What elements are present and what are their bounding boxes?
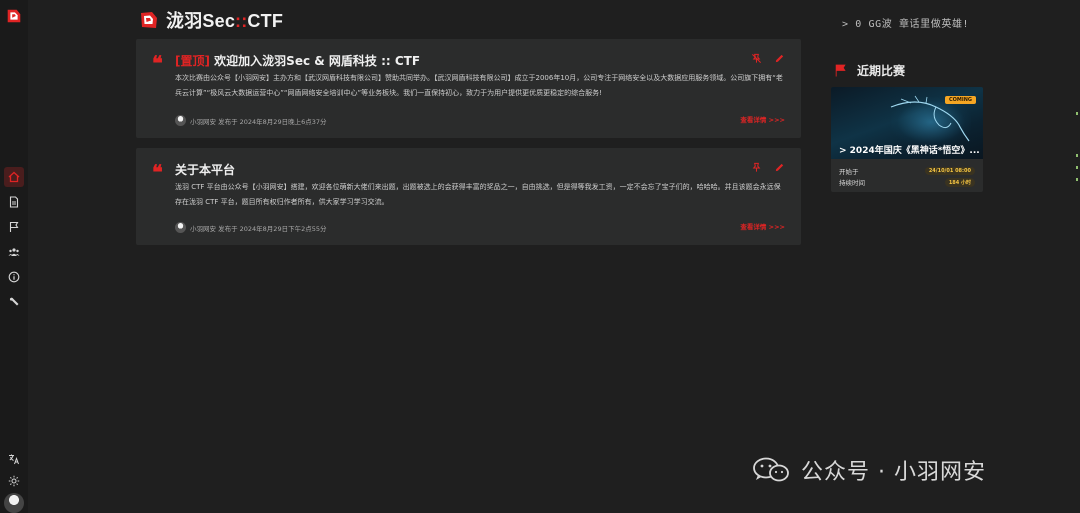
unpin-icon[interactable] [751, 53, 762, 64]
sidebar-item-users[interactable] [4, 242, 24, 262]
duration-pill: 184 小时 [944, 177, 975, 187]
competition-banner: COMING > 2024年国庆《黑神话*悟空》... [831, 87, 983, 159]
brand-logo-icon[interactable] [5, 7, 23, 25]
home-icon [8, 171, 20, 183]
pin-icon[interactable] [751, 162, 762, 173]
document-icon [9, 196, 19, 208]
start-time-pill: 24/10/01 08:00 [924, 167, 975, 175]
announcement-card: ❝ [置顶] 欢迎加入泷羽Sec & 网盾科技 :: CTF 本次比赛由公众号【… [136, 39, 801, 138]
sidebar-item-settings[interactable] [4, 292, 24, 312]
announcement-body: 泷羽 CTF 平台由公众号【小羽网安】搭建，欢迎各位萌新大佬们来出题，出题被选上… [175, 183, 781, 206]
pinned-tag: [置顶] [175, 54, 210, 68]
language-switch[interactable] [4, 449, 24, 469]
sidebar [0, 0, 28, 513]
sun-icon [8, 475, 20, 487]
edit-icon[interactable] [774, 162, 785, 173]
theme-toggle[interactable] [4, 471, 24, 491]
recent-competitions-header: 近期比赛 [834, 62, 905, 79]
competition-name[interactable]: > 2024年国庆《黑神话*悟空》... [839, 143, 980, 156]
wrench-icon [9, 297, 19, 306]
edit-icon[interactable] [774, 53, 785, 64]
announcement-meta: 小羽网安 发布于 2024年8月29日下午2点55分 [175, 222, 327, 233]
announcement-card: ❝ 关于本平台 泷羽 CTF 平台由公众号【小羽网安】搭建，欢迎各位萌新大佬们来… [136, 148, 801, 245]
top-slogan: > 0 GG波 章话里做英雄! [842, 19, 970, 30]
sidebar-item-documents[interactable] [4, 192, 24, 212]
announcement-title[interactable]: 关于本平台 [175, 161, 235, 178]
brand-logo-icon [141, 12, 157, 28]
quote-icon: ❝ [152, 160, 163, 184]
sidebar-item-challenges[interactable] [4, 217, 24, 237]
wechat-watermark: 公众号 · 小羽网安 [751, 454, 986, 486]
competition-start: 开始于 24/10/01 08:00 [839, 166, 975, 176]
post-actions [751, 162, 785, 173]
site-title: 泷羽Sec::CTF [166, 11, 284, 31]
read-more-link[interactable]: 查看详情 >>> [740, 221, 785, 231]
wechat-icon [753, 457, 789, 482]
info-icon [8, 271, 20, 283]
user-avatar[interactable] [4, 493, 24, 513]
competition-card[interactable]: COMING > 2024年国庆《黑神话*悟空》... 开始于 24/10/01… [831, 87, 983, 192]
watermark-text: 公众号 · 小羽网安 [801, 460, 986, 485]
author-avatar [175, 222, 186, 233]
flag-icon [9, 221, 19, 232]
announcement-body: 本次比赛由公众号【小羽网安】主办方和【武汉网盾科技有限公司】赞助共同举办。【武汉… [175, 74, 783, 97]
read-more-link[interactable]: 查看详情 >>> [740, 114, 785, 124]
sidebar-item-home[interactable] [4, 167, 24, 187]
author-avatar [175, 115, 186, 126]
recent-competitions-title: 近期比赛 [857, 64, 906, 78]
right-edge-decoration [1074, 110, 1080, 190]
competition-duration: 持续时间 184 小时 [839, 177, 975, 187]
announcement-title[interactable]: [置顶] 欢迎加入泷羽Sec & 网盾科技 :: CTF [175, 52, 420, 69]
announcement-meta: 小羽网安 发布于 2024年8月29日晚上6点37分 [175, 115, 327, 126]
post-actions [751, 53, 785, 64]
translate-icon [9, 454, 19, 465]
flag-icon [835, 64, 846, 77]
quote-icon: ❝ [152, 51, 163, 75]
competition-status-badge: COMING [944, 96, 976, 104]
users-icon [8, 248, 20, 256]
sidebar-item-about[interactable] [4, 267, 24, 287]
site-brand[interactable]: 泷羽Sec::CTF [139, 8, 283, 32]
